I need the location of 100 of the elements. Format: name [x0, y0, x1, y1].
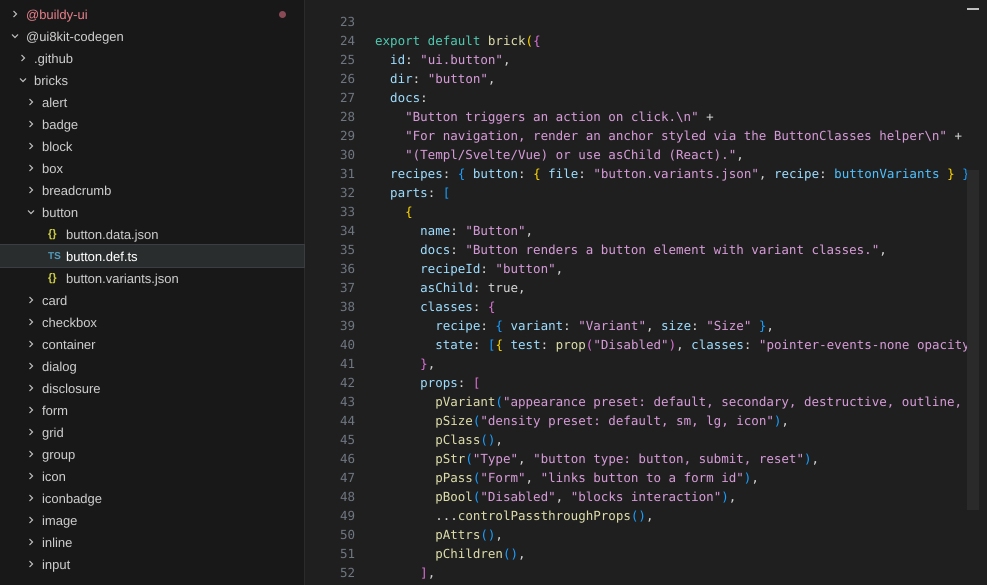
chevron-icon — [26, 207, 36, 217]
line-number: 29 — [338, 128, 356, 143]
tree-item[interactable]: container — [0, 333, 304, 355]
code-line: state: [{ test: prop("Disabled"), classes: "pointer-events-none opacity — [434, 337, 970, 352]
line-number: 26 — [338, 71, 356, 86]
line-number: 38 — [338, 299, 356, 314]
chevron-icon — [26, 537, 36, 547]
tree-item[interactable]: breadcrumb — [0, 179, 304, 201]
code-line: name: "Button", — [419, 223, 534, 238]
line-number: 44 — [338, 413, 356, 428]
code-line: pSize("density preset: default, sm, lg, icon"), — [434, 413, 789, 428]
code-line: id: "ui.button", — [389, 52, 510, 67]
chevron-icon — [26, 339, 36, 349]
code-line: docs: — [389, 90, 428, 105]
chevron-icon — [18, 75, 28, 85]
chevron-icon — [26, 515, 36, 525]
chevron-icon — [26, 361, 36, 371]
line-number: 36 — [338, 261, 356, 276]
line-number: 49 — [338, 508, 356, 523]
line-number: 28 — [338, 109, 356, 124]
tree-item[interactable]: inline — [0, 531, 304, 553]
line-number: 25 — [338, 52, 356, 67]
chevron-icon — [26, 383, 36, 393]
tree-item[interactable]: form — [0, 399, 304, 421]
line-number: 41 — [338, 356, 356, 371]
line-number: 48 — [338, 489, 356, 504]
tree-item[interactable]: TS button.def.ts — [0, 245, 304, 267]
line-number: 37 — [338, 280, 356, 295]
tree-item[interactable]: alert — [0, 91, 304, 113]
chevron-icon — [26, 471, 36, 481]
tree-item[interactable]: iconbadge — [0, 487, 304, 509]
modified-dot-icon — [279, 10, 286, 18]
code-line: classes: { — [419, 299, 496, 314]
code-line: "Button triggers an action on click.\n" + — [404, 109, 714, 124]
code-line: docs: "Button renders a button element with variant classes.", — [419, 242, 887, 257]
code-line: pBool("Disabled", "blocks interaction"), — [434, 489, 736, 504]
line-number: 42 — [338, 375, 356, 390]
line-number: 46 — [338, 451, 356, 466]
code-line: pPass("Form", "links button to a form id"), — [434, 470, 759, 485]
line-number: 50 — [338, 527, 356, 542]
chevron-icon — [26, 317, 36, 327]
line-number: 32 — [338, 185, 356, 200]
tree-item[interactable]: input — [0, 553, 304, 575]
chevron-icon — [26, 185, 36, 195]
tree-item[interactable]: {} button.variants.json — [0, 267, 304, 289]
tree-item[interactable]: @buildy-ui — [0, 3, 304, 25]
code-line: "(Templ/Svelte/Vue) or use asChild (React).", — [404, 147, 744, 162]
tree-item[interactable]: @ui8kit-codegen — [0, 25, 304, 47]
code-line: recipeId: "button", — [419, 261, 564, 276]
code-line: pStr("Type", "button type: button, submit, reset"), — [434, 451, 820, 466]
code-line: }, — [419, 356, 436, 371]
line-number: 24 — [338, 33, 356, 48]
tree-item[interactable]: button — [0, 201, 304, 223]
chevron-icon — [26, 163, 36, 173]
line-number: 27 — [338, 90, 356, 105]
tree-item[interactable]: grid — [0, 421, 304, 443]
code-line: pClass(), — [434, 432, 503, 447]
line-number: 33 — [338, 204, 356, 219]
cursor-marker — [967, 8, 979, 10]
tree-item[interactable]: box — [0, 157, 304, 179]
chevron-icon — [26, 405, 36, 415]
code-line: pVariant("appearance preset: default, secondary, destructive, outline, — [434, 394, 962, 409]
tree-item[interactable]: card — [0, 289, 304, 311]
code-line: asChild: true, — [419, 280, 526, 295]
code-line: dir: "button", — [389, 71, 496, 86]
tree-item[interactable]: bricks — [0, 69, 304, 91]
chevron-icon — [10, 9, 20, 19]
tree-item[interactable]: image — [0, 509, 304, 531]
code-line: pAttrs(), — [434, 527, 503, 542]
code-line: props: [ — [419, 375, 480, 390]
line-number: 35 — [338, 242, 356, 257]
chevron-icon — [26, 141, 36, 151]
line-number: 30 — [338, 147, 356, 162]
chevron-icon — [26, 427, 36, 437]
tree-item[interactable]: group — [0, 443, 304, 465]
line-number: 39 — [338, 318, 356, 333]
chevron-icon — [26, 493, 36, 503]
tree-item[interactable]: .github — [0, 47, 304, 69]
tree-item[interactable]: checkbox — [0, 311, 304, 333]
code-line: pChildren(), — [434, 546, 526, 561]
line-number: 23 — [338, 14, 356, 29]
line-number: 47 — [338, 470, 356, 485]
tree-item[interactable]: disclosure — [0, 377, 304, 399]
chevron-icon — [26, 119, 36, 129]
code-line: ...controlPassthroughProps(), — [434, 508, 654, 523]
chevron-icon — [10, 31, 20, 41]
code-line: export default brick({ — [375, 33, 541, 48]
chevron-icon — [18, 53, 28, 63]
file-type-icon: TS — [48, 250, 62, 262]
line-number: 34 — [338, 223, 356, 238]
chevron-icon — [26, 559, 36, 569]
tree-item[interactable]: icon — [0, 465, 304, 487]
tree-item[interactable]: {} button.data.json — [0, 223, 304, 245]
tree-item[interactable]: badge — [0, 113, 304, 135]
tree-item[interactable]: dialog — [0, 355, 304, 377]
code-line: recipe: { variant: "Variant", size: "Size" }, — [434, 318, 774, 333]
file-type-icon: {} — [48, 272, 62, 284]
tree-item[interactable]: block — [0, 135, 304, 157]
code-line: "For navigation, render an anchor styled via the ButtonClasses helper\n" + — [404, 128, 962, 143]
file-type-icon: {} — [48, 228, 62, 240]
